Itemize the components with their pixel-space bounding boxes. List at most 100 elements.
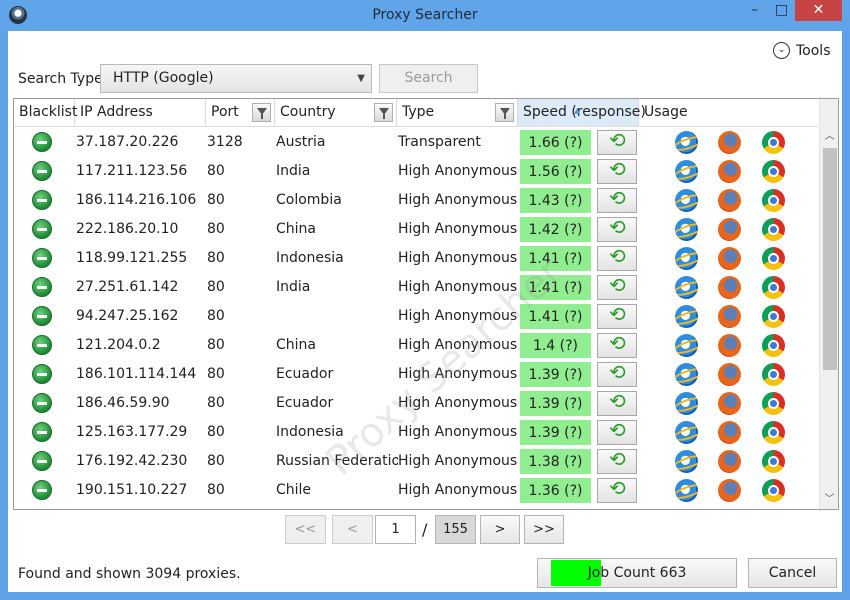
refresh-icon[interactable] xyxy=(597,333,637,358)
cancel-button[interactable]: Cancel xyxy=(748,558,837,588)
internet-explorer-icon[interactable] xyxy=(675,276,698,299)
refresh-icon[interactable] xyxy=(597,449,637,474)
column-header-type[interactable]: Type xyxy=(397,99,518,126)
table-row[interactable]: 37.187.20.226 3128 Austria Transparent 1.66 … xyxy=(14,128,818,157)
blacklist-icon[interactable] xyxy=(32,277,52,297)
refresh-icon[interactable] xyxy=(597,188,637,213)
chrome-icon[interactable] xyxy=(762,189,785,212)
close-button[interactable]: ✕ xyxy=(795,0,842,21)
scroll-up-icon[interactable]: ︿ xyxy=(820,128,838,146)
tools-menu[interactable]: ⌄ Tools xyxy=(773,42,831,59)
table-row[interactable]: 186.114.216.106 80 Colombia High Anonymous 1… xyxy=(14,186,818,215)
chrome-icon[interactable] xyxy=(762,450,785,473)
firefox-icon[interactable] xyxy=(718,305,741,328)
title-bar[interactable]: Proxy Searcher – □ ✕ xyxy=(0,0,850,31)
refresh-icon[interactable] xyxy=(597,275,637,300)
internet-explorer-icon[interactable] xyxy=(675,479,698,502)
internet-explorer-icon[interactable] xyxy=(675,131,698,154)
firefox-icon[interactable] xyxy=(718,218,741,241)
table-row[interactable]: 94.247.25.162 80 High Anonymous 1.41 (?) xyxy=(14,302,818,331)
table-row[interactable]: 186.101.114.144 80 Ecuador High Anonymous 1.… xyxy=(14,360,818,389)
blacklist-icon[interactable] xyxy=(32,161,52,181)
chrome-icon[interactable] xyxy=(762,305,785,328)
first-page-button[interactable]: << xyxy=(285,515,326,544)
chrome-icon[interactable] xyxy=(762,363,785,386)
table-row[interactable]: 186.46.59.90 80 Ecuador High Anonymous 1.39 … xyxy=(14,389,818,418)
minimize-button[interactable]: – xyxy=(741,0,768,21)
column-header-blacklist[interactable]: Blacklist xyxy=(14,99,77,126)
refresh-icon[interactable] xyxy=(597,246,637,271)
scroll-down-icon[interactable]: ﹀ xyxy=(820,491,838,509)
search-button[interactable]: Search xyxy=(379,64,478,93)
refresh-icon[interactable] xyxy=(597,391,637,416)
next-page-button[interactable]: > xyxy=(480,515,520,544)
refresh-icon[interactable] xyxy=(597,362,637,387)
table-row[interactable]: 222.186.20.10 80 China High Anonymous 1.42 (… xyxy=(14,215,818,244)
page-number-input[interactable]: 1 xyxy=(375,515,416,544)
internet-explorer-icon[interactable] xyxy=(675,334,698,357)
blacklist-icon[interactable] xyxy=(32,480,52,500)
column-header-country[interactable]: Country xyxy=(275,99,397,126)
blacklist-icon[interactable] xyxy=(32,364,52,384)
table-row[interactable]: 121.204.0.2 80 China High Anonymous 1.4 (?) xyxy=(14,331,818,360)
chrome-icon[interactable] xyxy=(762,334,785,357)
column-header-usage[interactable]: Usage xyxy=(639,99,818,126)
internet-explorer-icon[interactable] xyxy=(675,392,698,415)
table-row[interactable]: 190.151.10.227 80 Chile High Anonymous 1.36 … xyxy=(14,476,818,505)
chrome-icon[interactable] xyxy=(762,247,785,270)
internet-explorer-icon[interactable] xyxy=(675,421,698,444)
refresh-icon[interactable] xyxy=(597,159,637,184)
scroll-thumb[interactable] xyxy=(823,148,837,370)
last-page-button[interactable]: >> xyxy=(524,515,564,544)
blacklist-icon[interactable] xyxy=(32,190,52,210)
firefox-icon[interactable] xyxy=(718,160,741,183)
maximize-button[interactable]: □ xyxy=(768,0,795,21)
refresh-icon[interactable] xyxy=(597,420,637,445)
firefox-icon[interactable] xyxy=(718,479,741,502)
chrome-icon[interactable] xyxy=(762,160,785,183)
chrome-icon[interactable] xyxy=(762,479,785,502)
internet-explorer-icon[interactable] xyxy=(675,160,698,183)
table-row[interactable]: 176.192.42.230 80 Russian Federation High A… xyxy=(14,447,818,476)
filter-icon[interactable] xyxy=(495,103,514,122)
firefox-icon[interactable] xyxy=(718,334,741,357)
chrome-icon[interactable] xyxy=(762,392,785,415)
column-header-speed[interactable]: ▲ Speed (response) xyxy=(518,99,646,126)
refresh-icon[interactable] xyxy=(597,130,637,155)
firefox-icon[interactable] xyxy=(718,363,741,386)
column-header-port[interactable]: Port xyxy=(206,99,275,126)
table-row[interactable]: 118.99.121.255 80 Indonesia High Anonymous 1… xyxy=(14,244,818,273)
firefox-icon[interactable] xyxy=(718,131,741,154)
blacklist-icon[interactable] xyxy=(32,306,52,326)
prev-page-button[interactable]: < xyxy=(332,515,373,544)
blacklist-icon[interactable] xyxy=(32,219,52,239)
internet-explorer-icon[interactable] xyxy=(675,247,698,270)
internet-explorer-icon[interactable] xyxy=(675,450,698,473)
refresh-icon[interactable] xyxy=(597,478,637,503)
table-row[interactable]: 125.163.177.29 80 Indonesia High Anonymous 1… xyxy=(14,418,818,447)
blacklist-icon[interactable] xyxy=(32,393,52,413)
firefox-icon[interactable] xyxy=(718,421,741,444)
blacklist-icon[interactable] xyxy=(32,248,52,268)
firefox-icon[interactable] xyxy=(718,392,741,415)
refresh-icon[interactable] xyxy=(597,304,637,329)
refresh-icon[interactable] xyxy=(597,217,637,242)
search-type-select[interactable]: HTTP (Google) ▼ xyxy=(100,64,372,93)
table-row[interactable]: 117.211.123.56 80 India High Anonymous 1.56 … xyxy=(14,157,818,186)
chrome-icon[interactable] xyxy=(762,131,785,154)
firefox-icon[interactable] xyxy=(718,247,741,270)
internet-explorer-icon[interactable] xyxy=(675,305,698,328)
blacklist-icon[interactable] xyxy=(32,451,52,471)
firefox-icon[interactable] xyxy=(718,189,741,212)
blacklist-icon[interactable] xyxy=(32,335,52,355)
chrome-icon[interactable] xyxy=(762,421,785,444)
filter-icon[interactable] xyxy=(374,103,393,122)
blacklist-icon[interactable] xyxy=(32,422,52,442)
internet-explorer-icon[interactable] xyxy=(675,363,698,386)
chrome-icon[interactable] xyxy=(762,218,785,241)
internet-explorer-icon[interactable] xyxy=(675,218,698,241)
vertical-scrollbar[interactable]: ︿ ﹀ xyxy=(819,99,838,509)
table-row[interactable]: 27.251.61.142 80 India High Anonymous 1.41 (… xyxy=(14,273,818,302)
firefox-icon[interactable] xyxy=(718,276,741,299)
firefox-icon[interactable] xyxy=(718,450,741,473)
